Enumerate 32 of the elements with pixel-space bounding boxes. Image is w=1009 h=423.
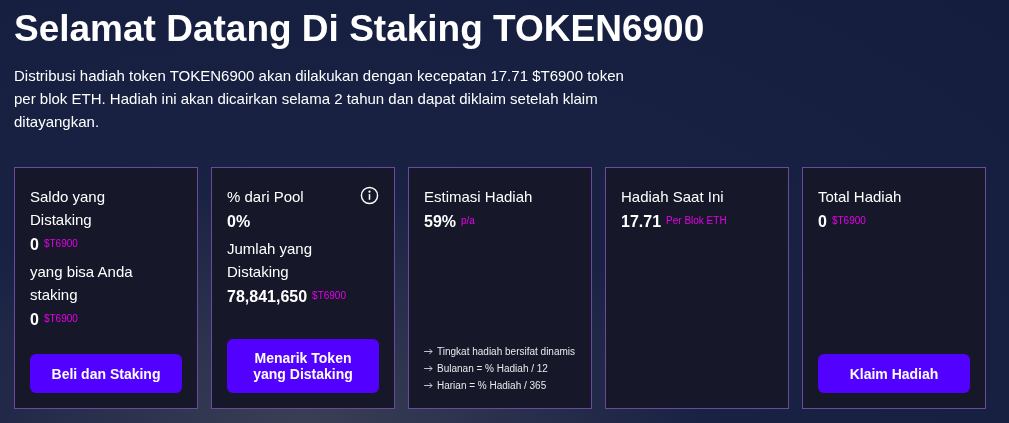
stat-value: 0% [227, 212, 251, 232]
stat-label: yang bisa Anda staking [30, 262, 134, 305]
page-title: Selamat Datang Di Staking TOKEN6900 [14, 7, 705, 51]
action-button[interactable]: Menarik Token yang Distaking [227, 339, 379, 393]
stat-value: 0 [30, 310, 39, 330]
unit-label: $T6900 [43, 237, 78, 251]
stat-label: Estimasi Hadiah [424, 187, 533, 207]
stat-value: 78,841,650 [227, 287, 308, 307]
stat-value: 17.71 [621, 212, 662, 232]
unit-label: Per Blok ETH [666, 214, 727, 228]
unit-label: $T6900 [312, 289, 346, 303]
arrow-icon [424, 365, 433, 372]
info-icon[interactable] [360, 186, 379, 205]
action-button[interactable]: Beli dan Staking [30, 354, 182, 393]
note-text: Bulanan = % Hadiah / 12 [437, 362, 548, 376]
action-button[interactable]: Klaim Hadiah [818, 354, 970, 393]
stat-label: Total Hadiah [818, 187, 902, 207]
stat-value: 59% [424, 212, 457, 232]
description: Distribusi hadiah token TOKEN6900 akan dilakukan dengan kecepatan 17.71 $T6900 token per blok ETH. Hadiah ini akan dicairkan selama 2 tahun dan dapat diklaim setelah klaim ditayangkan. [14, 66, 625, 132]
unit-label: p/a [461, 214, 475, 228]
stat-label: % dari Pool [227, 187, 304, 207]
note-text: Harian = % Hadiah / 365 [437, 379, 547, 393]
stat-label: Hadiah Saat Ini [621, 187, 724, 207]
unit-label: $T6900 [831, 214, 866, 228]
arrow-icon [424, 348, 433, 355]
stat-value: 0 [818, 212, 827, 232]
stat-label: Saldo yang Distaking [30, 187, 107, 230]
unit-label: $T6900 [43, 312, 78, 326]
arrow-icon [424, 382, 433, 389]
stat-value: 0 [30, 235, 39, 255]
stat-label: Jumlah yang Distaking [227, 239, 314, 282]
note-text: Tingkat hadiah bersifat dinamis [437, 345, 576, 359]
